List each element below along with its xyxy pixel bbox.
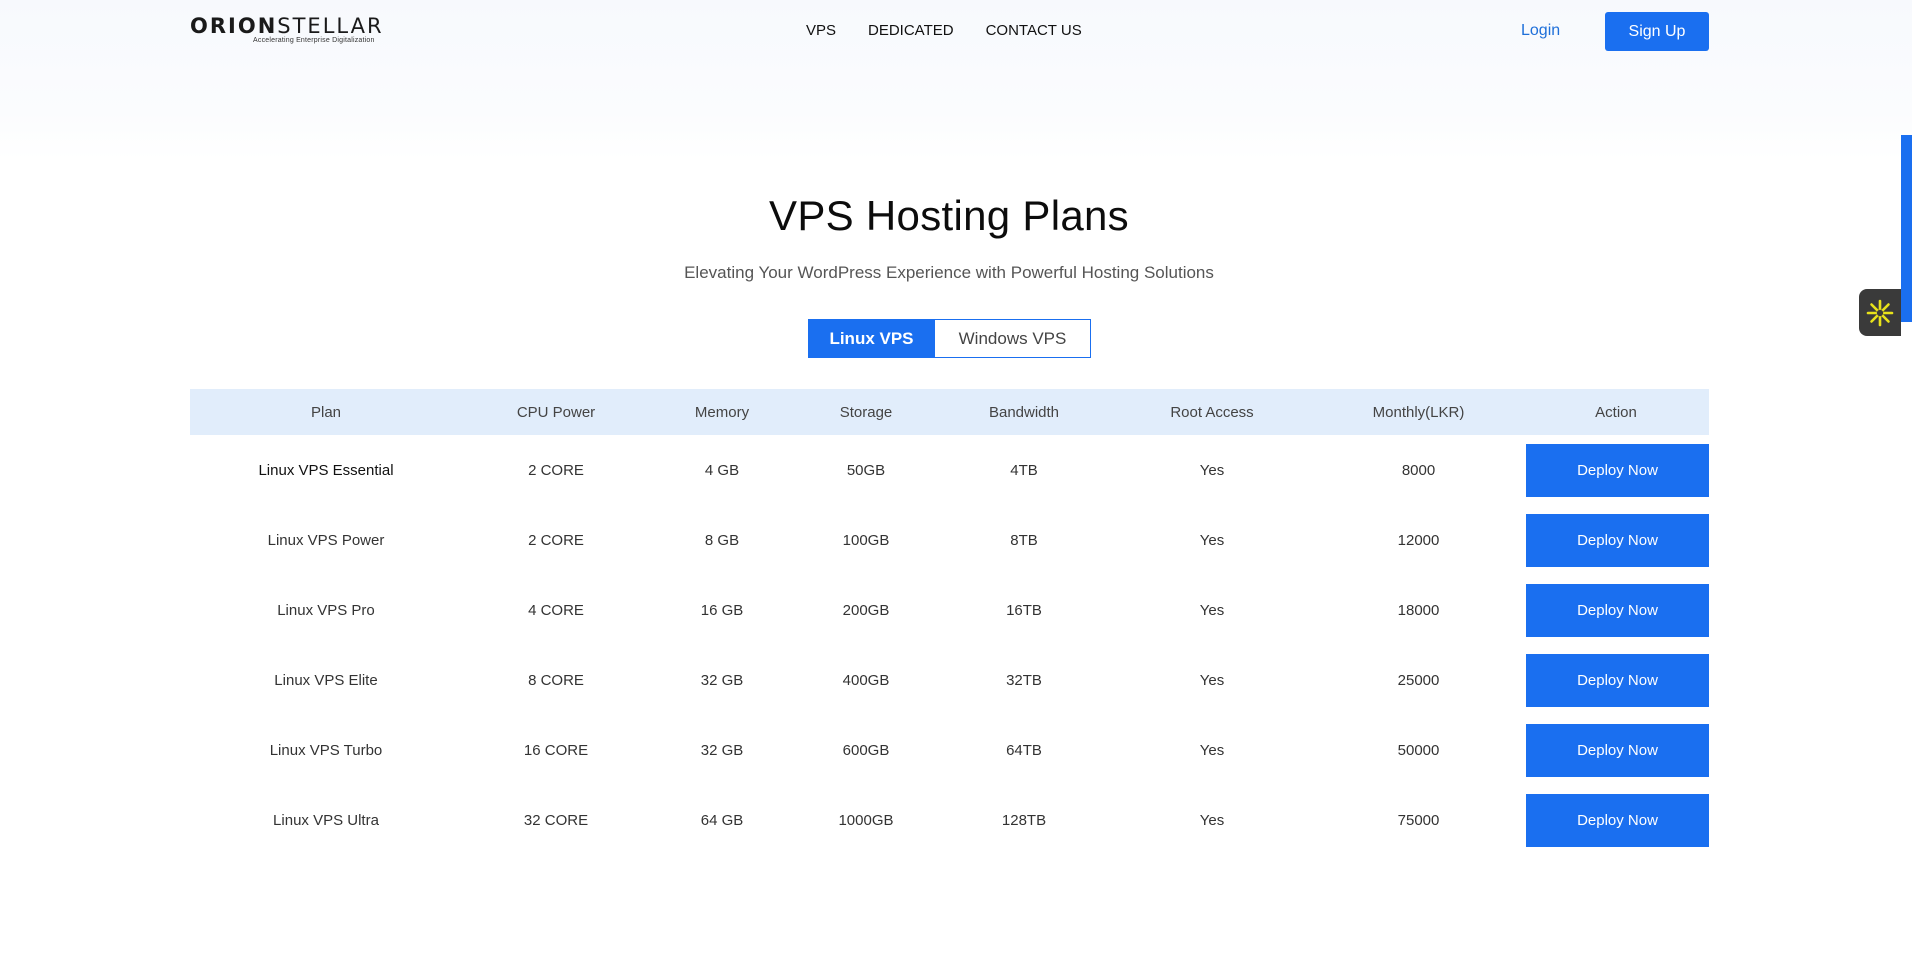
memory-value: 4 GB <box>704 461 740 479</box>
root-access-value: Yes <box>1199 811 1225 829</box>
price-value: 25000 <box>1397 671 1440 689</box>
bandwidth-value: 8TB <box>1010 531 1038 549</box>
storage-value: 50GB <box>846 461 886 479</box>
storage-value: 100GB <box>842 531 890 549</box>
memory-value: 16 GB <box>700 601 744 619</box>
storage-value: 200GB <box>842 601 890 619</box>
bandwidth-value: 128TB <box>1001 811 1047 829</box>
memory-value: 64 GB <box>700 811 744 829</box>
logo-light-text: STELLAR <box>277 14 384 38</box>
storage-value: 400GB <box>842 671 890 689</box>
logo-tagline: Accelerating Enterprise Digitalization <box>253 37 375 44</box>
page-title: VPS Hosting Plans <box>769 192 1129 239</box>
logo-wordmark: ORIONSTELLAR <box>190 14 382 38</box>
os-toggle: Linux VPS Windows VPS <box>808 319 1091 358</box>
column-header-bandwidth: Bandwidth <box>988 403 1060 421</box>
login-link[interactable]: Login <box>1521 22 1560 40</box>
memory-value: 32 GB <box>700 671 744 689</box>
deploy-now-button[interactable]: Deploy Now <box>1526 793 1709 847</box>
cpu-value: 32 CORE <box>523 811 589 829</box>
table-row: Linux VPS Elite 8 CORE 32 GB 400GB 32TB … <box>190 645 1709 715</box>
column-header-action: Action <box>1595 403 1637 421</box>
nav-link-dedicated[interactable]: DEDICATED <box>868 22 954 39</box>
root-access-value: Yes <box>1199 671 1225 689</box>
column-header-plan: Plan <box>310 403 342 421</box>
column-header-cpu-power: CPU Power <box>516 403 596 421</box>
plan-name: Linux VPS Essential <box>258 461 394 479</box>
tab-windows-vps[interactable]: Windows VPS <box>935 319 1091 358</box>
page-subtitle: Elevating Your WordPress Experience with… <box>684 263 1214 282</box>
asterisk-icon <box>1866 299 1894 326</box>
tab-linux-vps[interactable]: Linux VPS <box>808 319 935 358</box>
price-value: 50000 <box>1397 741 1440 759</box>
logo-bold-text: ORION <box>190 14 278 38</box>
price-value: 18000 <box>1397 601 1440 619</box>
table-row: Linux VPS Ultra 32 CORE 64 GB 1000GB 128… <box>190 785 1709 855</box>
deploy-now-button[interactable]: Deploy Now <box>1526 583 1709 637</box>
price-value: 12000 <box>1397 531 1440 549</box>
memory-value: 32 GB <box>700 741 744 759</box>
accessibility-widget-button[interactable] <box>1859 289 1901 336</box>
root-access-value: Yes <box>1199 741 1225 759</box>
memory-value: 8 GB <box>704 531 740 549</box>
price-value: 75000 <box>1397 811 1440 829</box>
cpu-value: 4 CORE <box>528 601 584 619</box>
column-header-memory: Memory <box>694 403 750 421</box>
cpu-value: 8 CORE <box>528 671 584 689</box>
logo[interactable]: ORIONSTELLAR Accelerating Enterprise Dig… <box>190 14 382 48</box>
cpu-value: 2 CORE <box>528 461 584 479</box>
plans-table: Plan CPU Power Memory Storage Bandwidth … <box>190 389 1709 855</box>
deploy-now-button[interactable]: Deploy Now <box>1526 513 1709 567</box>
main-nav: VPS DEDICATED CONTACT US <box>806 22 1082 39</box>
scrollbar-thumb[interactable] <box>1901 135 1912 322</box>
page: ORIONSTELLAR Accelerating Enterprise Dig… <box>0 0 1912 962</box>
bandwidth-value: 32TB <box>1006 671 1042 689</box>
column-header-root-access: Root Access <box>1170 403 1254 421</box>
storage-value: 1000GB <box>838 811 894 829</box>
table-row: Linux VPS Turbo 16 CORE 32 GB 600GB 64TB… <box>190 715 1709 785</box>
sign-up-button[interactable]: Sign Up <box>1605 12 1709 51</box>
root-access-value: Yes <box>1199 531 1225 549</box>
deploy-now-button[interactable]: Deploy Now <box>1526 443 1709 497</box>
bandwidth-value: 16TB <box>1006 601 1042 619</box>
deploy-now-button[interactable]: Deploy Now <box>1526 723 1709 777</box>
deploy-now-button[interactable]: Deploy Now <box>1526 653 1709 707</box>
plan-name: Linux VPS Ultra <box>273 811 379 829</box>
storage-value: 600GB <box>842 741 890 759</box>
plan-name: Linux VPS Elite <box>274 671 378 689</box>
table-row: Linux VPS Power 2 CORE 8 GB 100GB 8TB Ye… <box>190 505 1709 575</box>
price-value: 8000 <box>1401 461 1436 479</box>
root-access-value: Yes <box>1199 461 1225 479</box>
root-access-value: Yes <box>1199 601 1225 619</box>
plan-name: Linux VPS Pro <box>277 601 375 619</box>
table-row: Linux VPS Essential 2 CORE 4 GB 50GB 4TB… <box>190 435 1709 505</box>
nav-link-contact-us[interactable]: CONTACT US <box>986 22 1082 39</box>
table-row: Linux VPS Pro 4 CORE 16 GB 200GB 16TB Ye… <box>190 575 1709 645</box>
bandwidth-value: 4TB <box>1010 461 1038 479</box>
site-header: ORIONSTELLAR Accelerating Enterprise Dig… <box>0 0 1912 64</box>
cpu-value: 2 CORE <box>528 531 584 549</box>
nav-link-vps[interactable]: VPS <box>806 22 836 39</box>
cpu-value: 16 CORE <box>523 741 589 759</box>
plan-name: Linux VPS Turbo <box>269 741 383 759</box>
bandwidth-value: 64TB <box>1006 741 1042 759</box>
plan-name: Linux VPS Power <box>267 531 385 549</box>
column-header-monthly-price: Monthly(LKR) <box>1372 403 1465 421</box>
table-header-row: Plan CPU Power Memory Storage Bandwidth … <box>190 389 1709 435</box>
column-header-storage: Storage <box>839 403 893 421</box>
